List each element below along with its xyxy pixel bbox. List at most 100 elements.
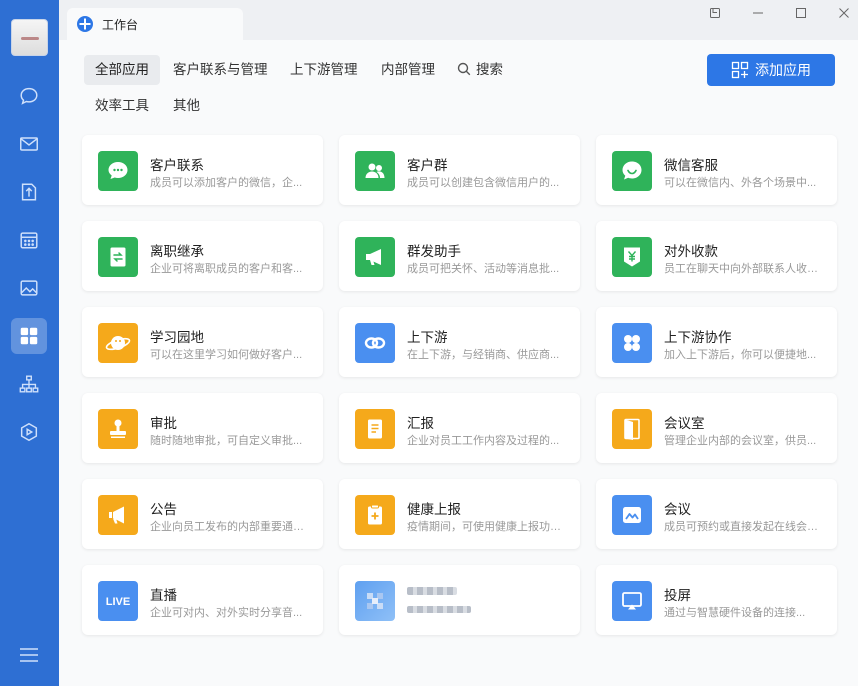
app-card-live[interactable]: LIVE 直播 企业可对内、对外实时分享音... <box>82 565 323 635</box>
app-name: 学习园地 <box>150 330 204 345</box>
app-icon-bg <box>355 409 395 449</box>
minimize-button[interactable] <box>743 0 772 26</box>
sidebar-item-org[interactable] <box>11 366 47 402</box>
app-desc: 员工在聊天中向外部联系人收款... <box>664 263 822 275</box>
tab-workbench[interactable]: 工作台 <box>67 8 243 40</box>
app-icon-bg <box>612 581 652 621</box>
app-name: 审批 <box>150 416 177 431</box>
app-name: 客户群 <box>407 158 448 173</box>
app-icon-bg <box>612 409 652 449</box>
chat-bubble-icon <box>20 87 38 105</box>
app-desc: 企业可对内、对外实时分享音... <box>150 607 303 619</box>
sidebar-item-docs[interactable] <box>11 174 47 210</box>
maximize-icon <box>795 8 806 18</box>
sidebar-item-mail[interactable] <box>11 126 47 162</box>
add-app-button[interactable]: 添加应用 <box>707 54 835 86</box>
app-card-resign-inherit[interactable]: 离职继承 企业可将离职成员的客户和客... <box>82 221 323 291</box>
app-icon-bg <box>355 495 395 535</box>
yuan-shield-icon <box>624 247 640 267</box>
filter-internal[interactable]: 内部管理 <box>370 55 446 85</box>
app-card-payment[interactable]: 对外收款 员工在聊天中向外部联系人收款... <box>596 221 837 291</box>
filter-search[interactable]: 搜索 <box>446 55 514 85</box>
app-desc: 成员可预约或直接发起在线会议... <box>664 521 822 533</box>
app-card-customer-group[interactable]: 客户群 成员可以创建包含微信用户的... <box>339 135 580 205</box>
pin-icon <box>709 8 720 18</box>
app-desc: 企业可将离职成员的客户和客... <box>150 263 303 275</box>
app-icon-bg <box>98 323 138 363</box>
sidebar-item-chat[interactable] <box>11 78 47 114</box>
pixelated-icon <box>367 593 383 609</box>
document-icon <box>21 183 37 201</box>
sidebar-item-calendar[interactable] <box>11 222 47 258</box>
app-card-mass-send[interactable]: 群发助手 成员可把关怀、活动等消息批... <box>339 221 580 291</box>
app-card-meeting[interactable]: 会议 成员可预约或直接发起在线会议... <box>596 479 837 549</box>
app-name: 直播 <box>150 588 177 603</box>
transfer-document-icon <box>110 247 126 267</box>
app-card-health-report[interactable]: 健康上报 疫情期间，可使用健康上报功能... <box>339 479 580 549</box>
app-icon-bg <box>98 409 138 449</box>
search-icon <box>457 62 471 76</box>
app-card-blurred[interactable] <box>339 565 580 635</box>
app-desc: 在上下游，与经销商、供应商... <box>407 349 560 361</box>
blurred-app-name <box>407 587 457 595</box>
app-card-upstream[interactable]: 上下游 在上下游，与经销商、供应商... <box>339 307 580 377</box>
filter-other[interactable]: 其他 <box>162 91 211 121</box>
app-card-customer-contact[interactable]: 客户联系 成员可以添加客户的微信，企... <box>82 135 323 205</box>
app-card-approval[interactable]: 审批 随时随地审批，可自定义审批... <box>82 393 323 463</box>
app-icon-bg <box>355 323 395 363</box>
app-name: 会议室 <box>664 416 705 431</box>
workbench-logo-icon <box>77 16 93 32</box>
app-icon-bg <box>98 237 138 277</box>
filter-customer[interactable]: 客户联系与管理 <box>162 55 279 85</box>
app-name: 汇报 <box>407 416 434 431</box>
image-icon <box>20 280 38 296</box>
app-icon-bg <box>612 323 652 363</box>
app-card-wechat-service[interactable]: 微信客服 可以在微信内、外各个场景中... <box>596 135 837 205</box>
org-chart-icon <box>19 375 39 393</box>
app-desc: 企业对员工工作内容及过程的... <box>407 435 560 447</box>
sidebar-item-workbench[interactable] <box>11 318 47 354</box>
maximize-button[interactable] <box>786 0 815 26</box>
app-card-upstream-collab[interactable]: 上下游协作 加入上下游后，你可以便捷地... <box>596 307 837 377</box>
app-card-screen-cast[interactable]: 投屏 通过与智慧硬件设备的连接... <box>596 565 837 635</box>
app-card-report[interactable]: 汇报 企业对员工工作内容及过程的... <box>339 393 580 463</box>
sidebar-item-meeting[interactable] <box>11 414 47 450</box>
app-name: 离职继承 <box>150 244 204 259</box>
screen-cast-icon <box>622 592 642 610</box>
app-name: 上下游协作 <box>664 330 732 345</box>
hexagon-play-icon <box>20 422 38 442</box>
close-button[interactable] <box>829 0 858 26</box>
hamburger-icon[interactable] <box>19 647 39 663</box>
avatar[interactable] <box>11 19 48 56</box>
live-icon: LIVE <box>106 596 131 608</box>
sidebar <box>0 0 59 686</box>
search-label: 搜索 <box>476 62 503 77</box>
announcement-icon <box>109 506 124 524</box>
link-rings-icon <box>364 337 386 349</box>
tab-title: 工作台 <box>102 17 139 32</box>
app-card-learning[interactable]: 学习园地 可以在这里学习如何做好客户... <box>82 307 323 377</box>
health-clipboard-icon <box>368 504 382 525</box>
grid-apps-icon <box>20 327 38 345</box>
app-icon-bg <box>355 151 395 191</box>
app-card-meeting-room[interactable]: 会议室 管理企业内部的会议室，供员... <box>596 393 837 463</box>
app-icon-bg <box>612 495 652 535</box>
app-desc: 随时随地审批，可自定义审批... <box>150 435 303 447</box>
sidebar-item-images[interactable] <box>11 270 47 306</box>
close-icon <box>838 8 849 18</box>
app-desc: 管理企业内部的会议室，供员... <box>664 435 817 447</box>
minimize-icon <box>752 12 763 14</box>
app-icon-bg <box>355 237 395 277</box>
app-icon-bg <box>612 151 652 191</box>
filter-all-apps[interactable]: 全部应用 <box>84 55 160 85</box>
app-desc: 可以在这里学习如何做好客户... <box>150 349 303 361</box>
app-icon-bg: LIVE <box>98 581 138 621</box>
customer-service-icon <box>622 161 642 180</box>
app-desc: 通过与智慧硬件设备的连接... <box>664 607 806 619</box>
app-name: 上下游 <box>407 330 448 345</box>
filter-efficiency[interactable]: 效率工具 <box>84 91 160 121</box>
app-card-announcement[interactable]: 公告 企业向员工发布的内部重要通知... <box>82 479 323 549</box>
pin-button[interactable] <box>700 0 729 26</box>
blurred-app-desc <box>407 606 471 613</box>
filter-upstream[interactable]: 上下游管理 <box>279 55 369 85</box>
